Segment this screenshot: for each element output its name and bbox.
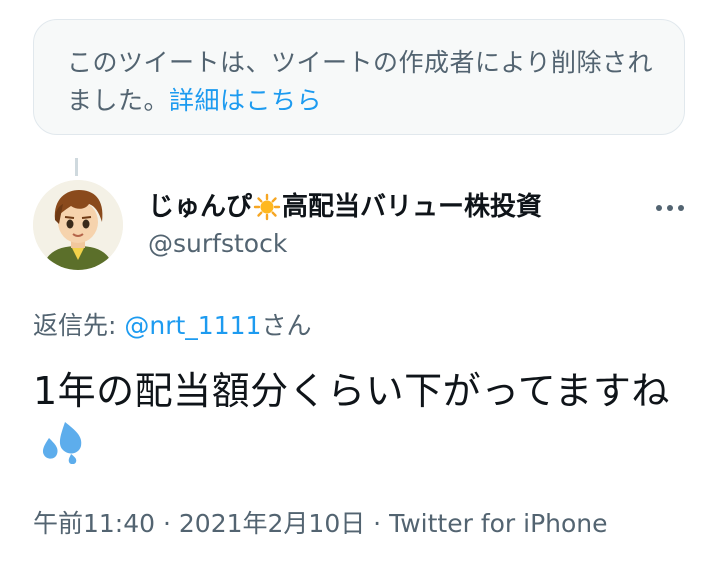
user-handle[interactable]: @surfstock	[148, 226, 542, 262]
display-name[interactable]: じゅんぴ 高配当バリュー株投資	[148, 190, 542, 224]
tweet-body: 1年の配当額分くらい下がってますね	[33, 369, 670, 413]
display-name-part2: 高配当バリュー株投資	[282, 192, 543, 222]
thread-connector-line	[75, 158, 78, 176]
avatar[interactable]	[33, 180, 123, 270]
sweat-droplets-icon	[35, 420, 85, 465]
deleted-notice-text: このツイートは、ツイートの作成者により削除されました。	[67, 48, 654, 115]
reply-context: 返信先: @nrt_1111さん	[33, 308, 311, 344]
sun-icon	[253, 193, 281, 221]
tweet-text: 1年の配当額分くらい下がってますね	[33, 364, 693, 472]
tweet-source[interactable]: Twitter for iPhone	[389, 509, 607, 538]
separator: ·	[365, 509, 390, 538]
more-options-icon[interactable]	[654, 197, 686, 219]
display-name-part1: じゅんぴ	[148, 192, 253, 222]
deleted-tweet-notice: このツイートは、ツイートの作成者により削除されました。詳細はこちら	[33, 19, 685, 135]
tweet-time[interactable]: 午前11:40	[33, 509, 155, 538]
tweet-date[interactable]: 2021年2月10日	[179, 509, 365, 538]
tweet-metadata: 午前11:40 · 2021年2月10日 · Twitter for iPhon…	[33, 506, 608, 542]
separator: ·	[155, 509, 179, 538]
reply-prefix: 返信先:	[33, 311, 125, 340]
learn-more-link[interactable]: 詳細はこちら	[169, 86, 322, 115]
author-info[interactable]: じゅんぴ 高配当バリュー株投資 @surfstock	[148, 190, 542, 262]
reply-suffix: さん	[261, 311, 312, 340]
reply-mention-link[interactable]: @nrt_1111	[124, 311, 261, 340]
